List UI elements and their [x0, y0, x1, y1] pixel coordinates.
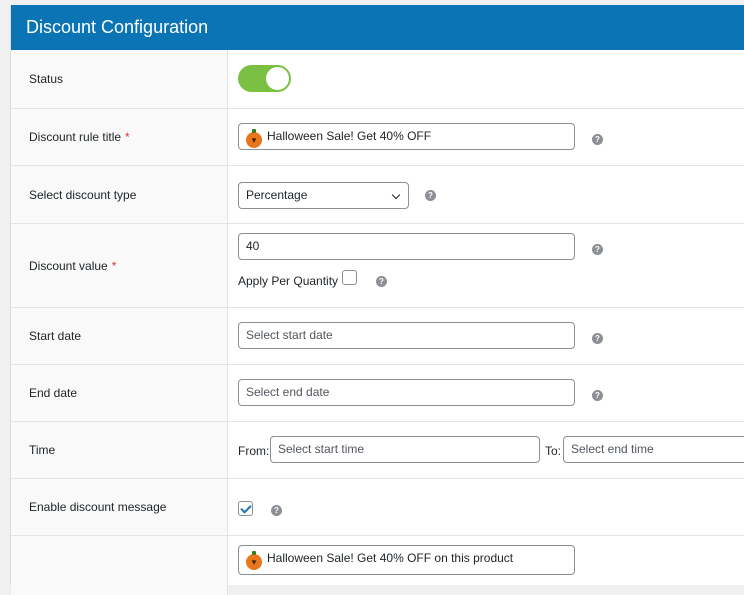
end-date-input[interactable]: Select end date [238, 379, 575, 406]
rule-title-input[interactable]: ▾ Halloween Sale! Get 40% OFF [238, 123, 575, 150]
discount-configuration-panel: Discount Configuration Status Discount r… [10, 5, 744, 595]
to-label: To: [545, 444, 562, 458]
help-icon[interactable]: ? [425, 190, 436, 201]
discount-type-select[interactable]: Percentage [238, 182, 409, 209]
apply-per-quantity-label: Apply Per Quantity [238, 274, 339, 288]
start-time-input[interactable]: Select start time [270, 436, 540, 463]
help-icon[interactable]: ? [592, 244, 603, 255]
from-label: From: [238, 444, 270, 458]
rule-title-label: Discount rule title * [11, 109, 228, 165]
jack-o-lantern-icon: ▾ [246, 129, 262, 148]
start-date-row: Start date Select start date ? [11, 307, 744, 364]
help-icon[interactable]: ? [592, 134, 603, 145]
end-time-input[interactable]: Select end time [563, 436, 744, 463]
required-mark: * [125, 130, 130, 144]
discount-type-row: Select discount type Percentage ? [11, 165, 744, 223]
chevron-down-icon [391, 190, 401, 200]
apply-per-quantity-checkbox[interactable] [342, 270, 357, 285]
toggle-knob [266, 67, 289, 90]
help-icon[interactable]: ? [376, 276, 387, 287]
time-row: Time From: Select start time To: Select … [11, 421, 744, 478]
end-date-row: End date Select end date ? [11, 364, 744, 421]
discount-value-label: Discount value * [11, 224, 228, 307]
jack-o-lantern-icon: ▾ [246, 551, 262, 570]
help-icon[interactable]: ? [592, 333, 603, 344]
discount-message-input[interactable]: ▾ Halloween Sale! Get 40% OFF on this pro… [238, 545, 575, 575]
start-date-input[interactable]: Select start date [238, 322, 575, 349]
help-icon[interactable]: ? [271, 505, 282, 516]
status-toggle[interactable] [238, 65, 291, 92]
message-label-cell [11, 536, 228, 595]
discount-value-input[interactable]: 40 [238, 233, 575, 260]
enable-message-row: Enable discount message ? [11, 478, 744, 535]
rule-title-row: Discount rule title * ▾ Halloween Sale! Ge… [11, 108, 744, 165]
enable-message-checkbox[interactable] [238, 501, 253, 516]
end-date-label: End date [11, 365, 228, 421]
message-row: ▾ Halloween Sale! Get 40% OFF on this pro… [11, 535, 744, 595]
status-row: Status [11, 50, 744, 108]
enable-message-label: Enable discount message [11, 479, 228, 535]
help-icon[interactable]: ? [592, 390, 603, 401]
discount-type-label: Select discount type [11, 166, 228, 223]
panel-title: Discount Configuration [11, 5, 744, 50]
time-label: Time [11, 422, 228, 478]
start-date-label: Start date [11, 308, 228, 364]
status-label: Status [11, 50, 228, 108]
discount-value-row: Discount value * 40 ? Apply Per Quantity … [11, 223, 744, 307]
required-mark: * [111, 258, 117, 273]
